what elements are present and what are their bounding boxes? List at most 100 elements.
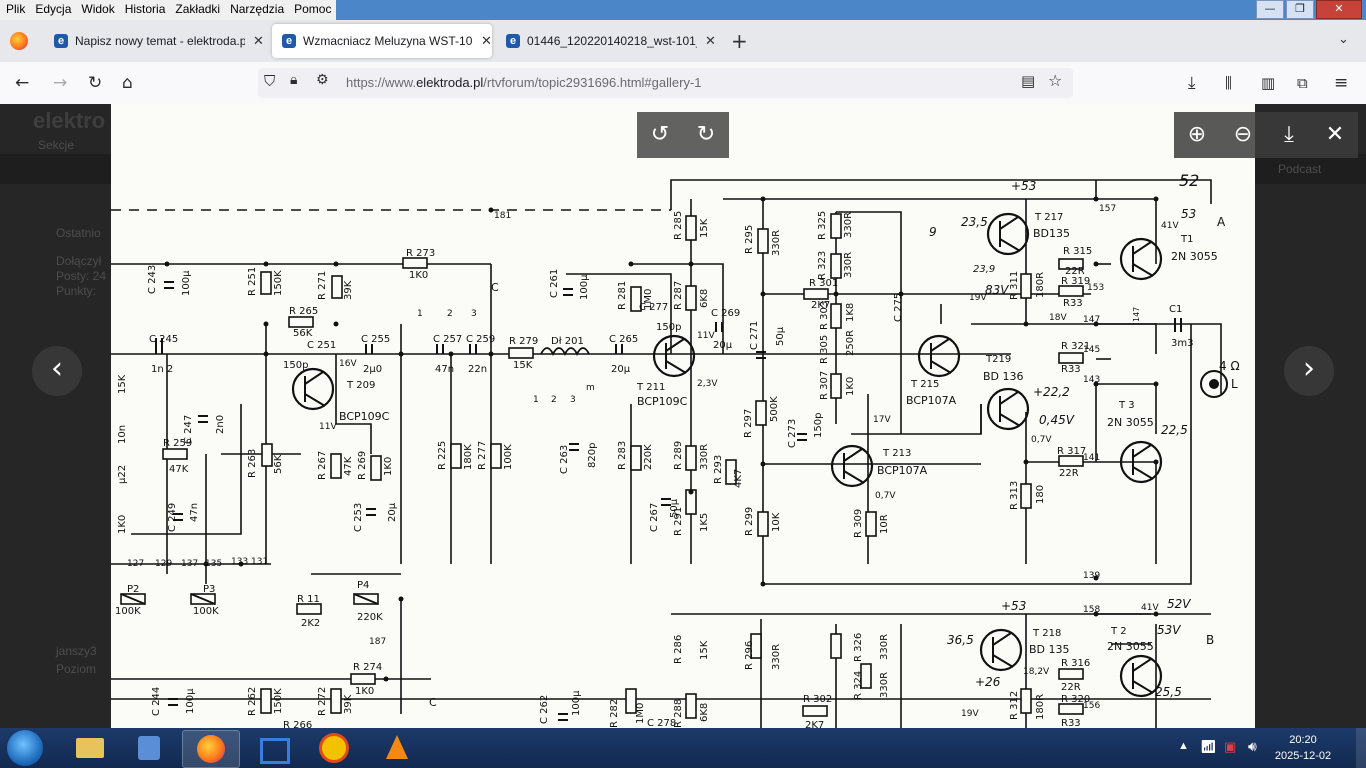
label-r324-value: 330R	[879, 672, 890, 698]
label-r307: R 307	[819, 371, 830, 400]
new-tab-plus-icon[interactable]: +	[731, 29, 748, 53]
label-c247-value: 2n0	[215, 415, 226, 434]
close-viewer-icon[interactable]: ✕	[1312, 112, 1358, 158]
network-signal-icon[interactable]: 📶︎	[1200, 739, 1217, 755]
system-clock[interactable]: 20:20 2025-12-02	[1268, 732, 1338, 764]
label-r325: R 325	[817, 211, 828, 240]
network-app-icon[interactable]	[244, 730, 300, 766]
label-t219: T219	[985, 354, 1011, 365]
url-bar[interactable]: ⛉ 🔒︎ ⚙ https://www.elektroda.pl/rtvforum…	[258, 68, 1073, 98]
media-player-icon[interactable]	[122, 730, 178, 766]
volt-18-2v: 18,2V	[1023, 667, 1050, 677]
label-c263: C 263	[559, 445, 570, 474]
firefox-taskbar-icon[interactable]	[182, 730, 240, 768]
menu-pomoc[interactable]: Pomoc	[289, 0, 337, 20]
note-0-45v: 0,45V	[1039, 413, 1075, 427]
battery-warning-icon[interactable]: ▣	[1224, 739, 1236, 755]
label-30v: 147	[1132, 307, 1141, 322]
label-c277-value: 150p	[656, 322, 681, 333]
maximize-button[interactable]: ❐	[1286, 0, 1314, 19]
extensions-icon[interactable]: ⧉	[1297, 74, 1308, 92]
url-text[interactable]: https://www.elektroda.pl/rtvforum/topic2…	[346, 75, 702, 90]
downloads-icon[interactable]: ⤓	[1188, 73, 1196, 93]
chevron-down-icon[interactable]: ⌄	[1338, 32, 1349, 47]
close-window-button[interactable]: ✕	[1316, 0, 1362, 19]
menu-zakladki[interactable]: Zakładki	[170, 0, 226, 20]
close-tab-icon[interactable]: ✕	[705, 33, 716, 49]
label-c1: C1	[1169, 304, 1182, 315]
volume-icon[interactable]: 🔊︎	[1248, 738, 1257, 755]
label-p3-value: 100K	[193, 606, 219, 617]
shield-icon[interactable]: ⛉	[264, 72, 275, 90]
label-r309: R 309	[853, 509, 864, 538]
menu-edycja[interactable]: Edycja	[30, 0, 77, 20]
label-r319: R 319	[1061, 276, 1090, 287]
label-c257: C 257	[433, 334, 462, 345]
menu-widok[interactable]: Widok	[76, 0, 120, 20]
label-t218: T 218	[1032, 628, 1061, 639]
tab-napisz-nowy-temat[interactable]: e Napisz nowy temat - elektroda.pl ✕	[44, 24, 268, 58]
tab-01446-image[interactable]: e 01446_120220140218_wst-101_b ✕	[496, 24, 716, 58]
label-c259: C 259	[466, 334, 495, 345]
volt-19v-b: 19V	[961, 709, 979, 719]
menu-historia[interactable]: Historia	[119, 0, 171, 20]
volt-41v: 41V	[1161, 221, 1179, 231]
firefox-menu-icon[interactable]	[10, 32, 28, 50]
reader-view-icon[interactable]: ▤	[1021, 72, 1035, 90]
close-tab-icon[interactable]: ✕	[481, 33, 492, 49]
label-r289: R 289	[673, 441, 684, 470]
file-explorer-icon[interactable]	[62, 730, 118, 766]
zoom-out-icon[interactable]: ⊖	[1220, 112, 1266, 158]
edge-favicon-icon: e	[506, 34, 520, 48]
next-image-button[interactable]: ›	[1284, 346, 1334, 396]
label-r282: R 282	[609, 699, 620, 728]
site-logo: elektro	[33, 108, 106, 133]
switch-pos-3b: 3	[570, 395, 576, 405]
permissions-icon[interactable]: ⚙	[316, 72, 329, 88]
vlc-icon[interactable]	[368, 730, 424, 766]
note-52: 52	[1179, 171, 1199, 190]
hamburger-menu-icon[interactable]: ≡	[1334, 73, 1348, 93]
label-r281-value: 1M0	[643, 289, 654, 310]
label-t213-model: BCP107A	[877, 464, 928, 477]
label-c245: C 245	[149, 334, 178, 345]
lock-icon[interactable]: 🔒︎	[290, 72, 297, 88]
label-r315: R 315	[1063, 246, 1092, 257]
library-icon[interactable]: ⫼	[1225, 74, 1232, 92]
label-c251: C 251	[307, 340, 336, 351]
start-button-icon[interactable]	[7, 730, 43, 766]
label-p4: P4	[357, 580, 369, 591]
minimize-button[interactable]: —	[1256, 0, 1284, 19]
close-tab-icon[interactable]: ✕	[253, 33, 264, 49]
label-u22: µ22	[117, 465, 128, 484]
weather-app-icon[interactable]	[306, 730, 362, 766]
rotate-right-icon[interactable]: ↻	[683, 112, 729, 158]
download-icon[interactable]: ⤓	[1266, 112, 1312, 158]
label-r295-value: 330R	[771, 230, 782, 256]
label-c271: C 271	[749, 321, 760, 350]
ghost-text-8: Podcast	[1278, 162, 1322, 176]
label-r262: R 262	[247, 687, 258, 716]
label-r319-value: R33	[1063, 298, 1083, 309]
menu-narzedzia[interactable]: Narzędzia	[225, 0, 290, 20]
previous-image-button[interactable]: ‹	[32, 346, 82, 396]
label-r320-value: R33	[1061, 718, 1081, 728]
bookmark-star-icon[interactable]: ☆	[1048, 71, 1062, 90]
label-r326: R 326	[853, 633, 864, 662]
back-arrow-icon[interactable]: ←	[15, 73, 29, 93]
label-r283: R 283	[617, 441, 628, 470]
home-icon[interactable]: ⌂	[122, 73, 133, 93]
navigation-bar: ← → ↻ ⌂ ⛉ 🔒︎ ⚙ https://www.elektroda.pl/…	[0, 62, 1366, 105]
tray-expand-icon[interactable]: ▲	[1178, 740, 1189, 752]
tab-wzmacniacz-meluzyna[interactable]: e Wzmacniacz Meluzyna WST-101 ✕	[272, 24, 492, 58]
node-127: 127	[127, 559, 144, 569]
zoom-in-icon[interactable]: ⊕	[1174, 112, 1220, 158]
show-desktop-button[interactable]	[1356, 728, 1366, 768]
label-c247: C 247	[183, 415, 194, 444]
rotate-left-icon[interactable]: ↺	[637, 112, 683, 158]
volt-11v: 11V	[319, 422, 337, 432]
sidebar-icon[interactable]: ▥	[1261, 74, 1275, 92]
forward-arrow-icon[interactable]: →	[53, 73, 67, 93]
reload-icon[interactable]: ↻	[88, 73, 102, 93]
menu-plik[interactable]: Plik	[0, 0, 31, 20]
